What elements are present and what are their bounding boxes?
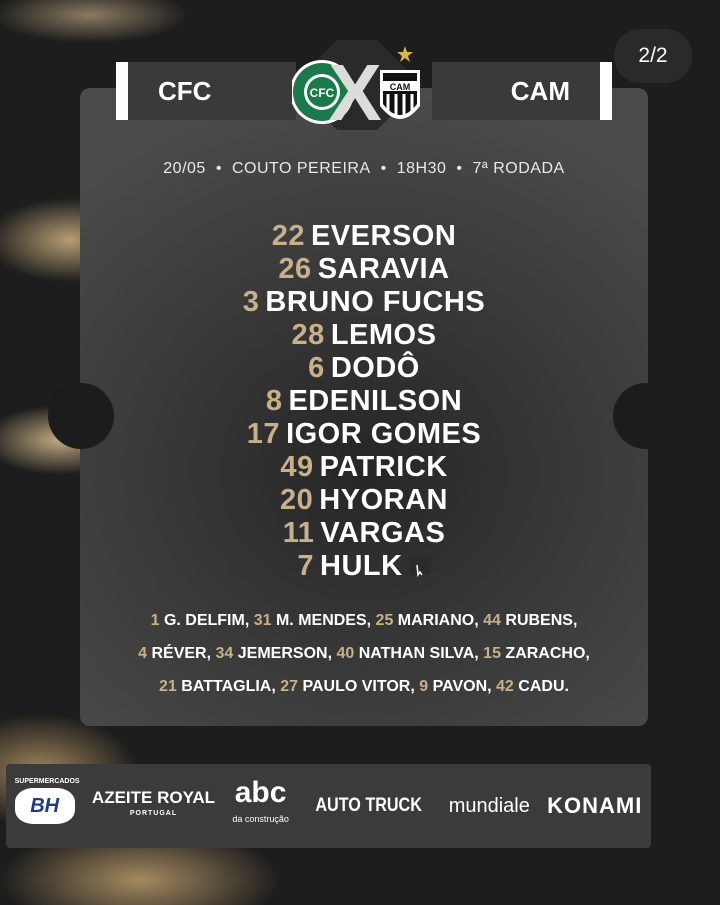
player-row: 6 DODÔ — [80, 352, 648, 385]
sub-name: NATHAN SILVA, — [358, 645, 479, 662]
sub-name: PAULO VITOR, — [302, 678, 415, 695]
player-name: VARGAS — [320, 517, 446, 549]
captain-armband-icon — [408, 555, 431, 578]
sub-number: 1 — [150, 612, 160, 629]
substitutes: 1 G. DELFIM, 31 M. MENDES, 25 MARIANO, 4… — [80, 604, 648, 703]
sub-name: ZARACHO, — [505, 645, 590, 662]
sub-number: 15 — [483, 645, 501, 662]
sponsor-supermercados-bh-logo: SUPERMERCADOS BH — [14, 778, 80, 824]
sponsor-abc-logo: abc da construção — [232, 776, 289, 825]
match-venue: COUTO PEREIRA — [231, 160, 371, 177]
match-crests: CFC X CAM — [292, 40, 422, 130]
home-team-bar: CFC — [116, 62, 296, 120]
sub-name: RÉVER, — [151, 645, 212, 662]
player-number: 28 — [291, 319, 325, 351]
sub-name: PAVON, — [432, 678, 492, 695]
player-row: 7 HULK — [80, 550, 648, 583]
player-name: EDENILSON — [288, 385, 463, 417]
away-team-bar: CAM — [432, 62, 612, 120]
player-row: 49 PATRICK — [80, 451, 648, 484]
sub-name: CADU. — [518, 678, 569, 695]
player-number: 49 — [280, 451, 314, 483]
player-number: 6 — [308, 352, 325, 384]
star-icon — [397, 46, 413, 62]
player-name: PATRICK — [319, 451, 448, 483]
player-row: 8 EDENILSON — [80, 385, 648, 418]
match-info: 20/05 • COUTO PEREIRA • 18H30 • 7ª RODADA — [163, 160, 565, 177]
player-number: 17 — [246, 418, 281, 450]
sub-name: RUBENS, — [505, 612, 578, 629]
match-date: 20/05 — [163, 160, 206, 177]
player-name: LEMOS — [330, 319, 437, 351]
svg-text:CAM: CAM — [390, 82, 411, 92]
sub-name: BATTAGLIA, — [181, 678, 276, 695]
sub-number: 27 — [280, 678, 299, 695]
player-row: 28 LEMOS — [80, 319, 648, 352]
match-time: 18H30 — [396, 160, 447, 177]
sub-number: 25 — [375, 612, 394, 629]
subs-line: 1 G. DELFIM, 31 M. MENDES, 25 MARIANO, 4… — [80, 604, 648, 637]
sub-number: 34 — [215, 645, 234, 662]
starting-lineup: 22 EVERSON 26 SARAVIA 3 BRUNO FUCHS 28 LEMOS… — [80, 220, 648, 583]
sponsor-azeite-royal-logo: AZEITE ROYAL PORTUGAL — [91, 788, 216, 817]
subs-line: 21 BATTAGLIA, 27 PAULO VITOR, 9 PAVON, 4… — [80, 670, 648, 703]
versus-mark: X — [328, 48, 381, 130]
sub-number: 9 — [419, 678, 429, 695]
player-row: 3 BRUNO FUCHS — [80, 286, 648, 319]
player-row: 22 EVERSON — [80, 220, 648, 253]
sub-number: 42 — [496, 678, 514, 695]
match-round: 7ª RODADA — [472, 160, 565, 177]
player-name: BRUNO FUCHS — [265, 286, 486, 318]
sub-number: 4 — [138, 645, 148, 662]
sub-name: MARIANO, — [397, 612, 479, 629]
player-number: 11 — [282, 517, 315, 549]
player-row: 11 VARGAS — [80, 517, 648, 550]
player-row: 17 IGOR GOMES — [80, 418, 648, 451]
player-number: 7 — [297, 550, 315, 582]
player-number: 3 — [242, 286, 260, 318]
atletico-crest-icon: CAM — [380, 70, 420, 119]
player-name: DODÔ — [330, 352, 420, 384]
sponsor-auto-truck-logo: AUTO TRUCK — [315, 795, 423, 816]
player-row: 26 SARAVIA — [80, 253, 648, 286]
sub-name: M. MENDES, — [275, 612, 372, 629]
sponsor-konami-logo: KONAMI — [547, 793, 643, 818]
away-team-abbr: CAM — [510, 75, 570, 106]
player-name: SARAVIA — [317, 253, 450, 285]
player-number: 22 — [271, 220, 305, 252]
sub-name: JEMERSON, — [237, 645, 333, 662]
home-team-abbr: CFC — [158, 75, 212, 106]
player-name: HULK — [320, 550, 403, 582]
sub-number: 31 — [253, 612, 272, 629]
player-name: EVERSON — [310, 220, 457, 252]
sponsor-bar: SUPERMERCADOS BH AZEITE ROYAL PORTUGAL abc… — [6, 764, 651, 848]
player-number: 8 — [265, 385, 283, 417]
player-name: IGOR GOMES — [286, 418, 482, 450]
sub-number: 21 — [159, 678, 177, 695]
page-indicator: 2/2 — [614, 29, 692, 83]
player-number: 26 — [278, 253, 312, 285]
player-name: HYORAN — [319, 484, 448, 516]
sub-number: 44 — [483, 612, 501, 629]
sub-number: 40 — [336, 645, 355, 662]
player-row: 20 HYORAN — [80, 484, 648, 517]
sub-name: G. DELFIM, — [163, 612, 250, 629]
sponsor-mundiale-logo: mundiale — [448, 794, 530, 817]
player-number: 20 — [280, 484, 314, 516]
subs-line: 4 RÉVER, 34 JEMERSON, 40 NATHAN SILVA, 1… — [80, 637, 648, 670]
